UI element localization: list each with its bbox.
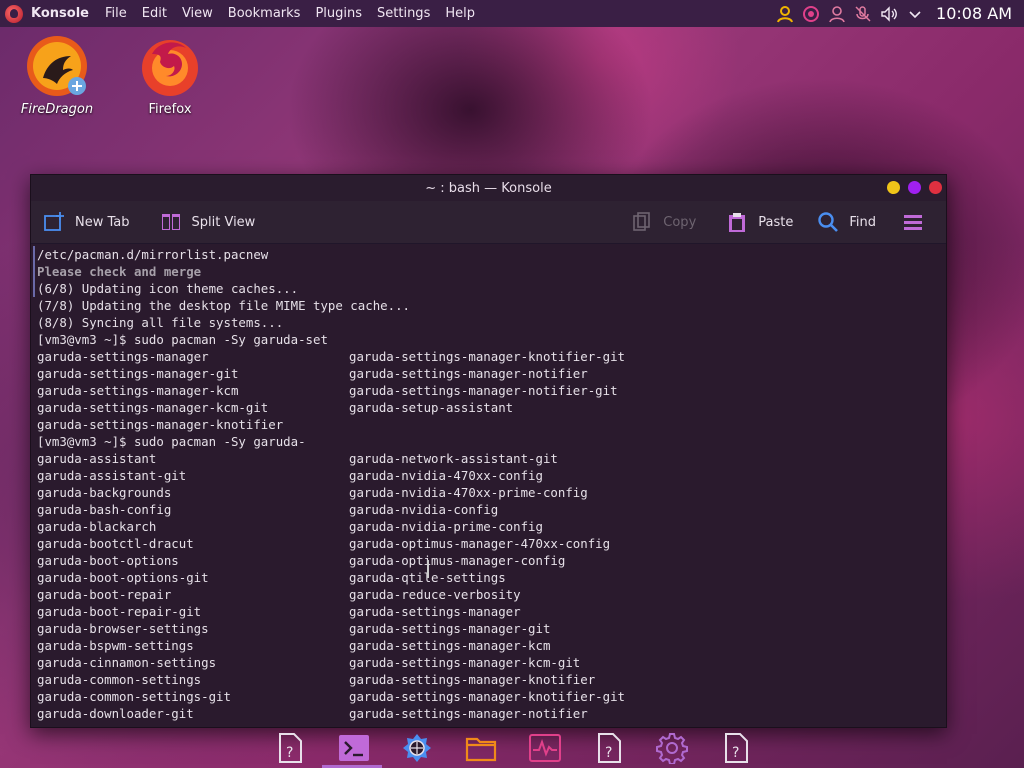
paste-label: Paste: [758, 214, 794, 230]
hamburger-menu-icon: [904, 215, 922, 230]
terminal-prompt-line: [vm3@vm3 ~]$ sudo pacman -Sy garuda-set: [37, 332, 328, 347]
terminal-line: garuda-blackarch garuda-nvidia-prime-conf…: [37, 519, 543, 534]
desktop-icon-label: FireDragon: [20, 102, 94, 117]
taskbar: ? ? ?: [258, 728, 768, 768]
firedragon-icon: [25, 34, 89, 98]
terminal-line: garuda-settings-manager-kcm-git garuda-se…: [37, 400, 514, 415]
terminal-line: garuda-bspwm-settings garuda-settings-man…: [37, 638, 551, 653]
menu-help[interactable]: Help: [437, 6, 482, 21]
terminal-prompt-line: [vm3@vm3 ~]$ sudo pacman -Sy garuda-: [37, 434, 306, 449]
menu-settings[interactable]: Settings: [369, 6, 437, 21]
paste-icon: [729, 213, 746, 232]
copy-button[interactable]: Copy: [625, 205, 702, 239]
terminal-line: (7/8) Updating the desktop file MIME typ…: [37, 298, 410, 313]
split-view-icon: [161, 214, 180, 230]
clock[interactable]: 10:08 AM: [936, 4, 1012, 23]
desktop-icon-firefox[interactable]: Firefox: [120, 34, 220, 117]
menu-file[interactable]: File: [97, 6, 134, 21]
taskbar-item-system-monitor[interactable]: [513, 728, 577, 768]
svg-text:?: ?: [286, 745, 293, 761]
terminal-line: garuda-settings-manager-kcm garuda-settin…: [37, 383, 618, 398]
firefox-icon: [138, 34, 202, 98]
mouse-ibeam-cursor: [427, 560, 429, 578]
terminal-line: garuda-cinnamon-settings garuda-settings-…: [37, 655, 581, 670]
svg-text:?: ?: [732, 745, 739, 761]
window-title: ~ : bash — Konsole: [425, 180, 552, 196]
system-monitor-icon: [528, 734, 561, 762]
konsole-window: ~ : bash — Konsole New Tab Split View Co…: [30, 174, 947, 728]
terminal-line: garuda-boot-options-gitgaruda-qtile-sett…: [37, 570, 506, 585]
top-panel: Konsole File Edit View Bookmarks Plugins…: [0, 0, 1024, 27]
minimize-button[interactable]: [887, 181, 900, 194]
terminal-line: garuda-settings-manager-git garuda-settin…: [37, 366, 588, 381]
split-view-button[interactable]: Split View: [154, 205, 262, 239]
terminal-line: garuda-bootctl-dracut garuda-optimus-mana…: [37, 536, 611, 551]
new-tab-icon: [44, 212, 64, 231]
terminal-line: garuda-settings-manager garuda-settings-m…: [37, 349, 626, 364]
terminal-line: garuda-settings-manager-knotifier: [37, 417, 284, 432]
copy-icon: [633, 212, 651, 231]
garuda-logo-icon[interactable]: [5, 4, 23, 23]
settings-gear-icon: [656, 733, 689, 764]
taskbar-item-file-manager[interactable]: [449, 728, 513, 768]
terminal-line: garuda-assistant-git garuda-nvidia-470xx-…: [37, 468, 543, 483]
terminal-line: garuda-assistant garuda-network-assistant…: [37, 451, 558, 466]
new-tab-button[interactable]: New Tab: [37, 205, 136, 239]
terminal-line: garuda-common-settings garuda-settings-ma…: [37, 672, 596, 687]
window-titlebar[interactable]: ~ : bash — Konsole: [31, 175, 946, 201]
terminal-line: (8/8) Syncing all file systems...: [37, 315, 284, 330]
document-icon: ?: [597, 733, 621, 763]
terminal-line: garuda-common-settings-git garuda-setting…: [37, 689, 626, 704]
terminal-line: garuda-bash-config garuda-nvidia-config: [37, 502, 499, 517]
split-view-label: Split View: [191, 214, 256, 230]
taskbar-item-document[interactable]: ?: [577, 728, 641, 768]
new-tab-label: New Tab: [75, 214, 130, 230]
terminal-line: garuda-boot-repair-git garuda-settings-ma…: [37, 604, 521, 619]
menu-bookmarks[interactable]: Bookmarks: [220, 6, 308, 21]
terminal-line: garuda-browser-settings garuda-settings-m…: [37, 621, 551, 636]
maximize-button[interactable]: [908, 181, 921, 194]
account-icon[interactable]: [826, 3, 848, 25]
terminal-output[interactable]: /etc/pacman.d/mirrorlist.pacnew Please c…: [31, 244, 946, 727]
chevron-down-icon[interactable]: [904, 3, 926, 25]
terminal-line: /etc/pacman.d/mirrorlist.pacnew: [31, 246, 946, 263]
terminal-line: garuda-downloader-git garuda-settings-man…: [37, 706, 588, 721]
find-button[interactable]: Find: [811, 205, 882, 239]
microphone-muted-icon[interactable]: [852, 3, 874, 25]
desktop-icon-label: Firefox: [148, 102, 192, 117]
taskbar-item-settings[interactable]: [641, 728, 705, 768]
find-label: Find: [849, 214, 876, 230]
menu-edit[interactable]: Edit: [134, 6, 174, 21]
paste-button[interactable]: Paste: [720, 205, 799, 239]
search-icon: [818, 212, 839, 232]
document-icon: ?: [278, 733, 302, 763]
folder-icon: [466, 737, 497, 762]
copy-label: Copy: [663, 214, 697, 230]
menu-plugins[interactable]: Plugins: [307, 6, 369, 21]
terminal-line: garuda-boot-repair garuda-reduce-verbosit…: [37, 587, 521, 602]
taskbar-item-network-tool[interactable]: [386, 728, 450, 768]
app-name: Konsole: [31, 6, 89, 21]
terminal-line: (6/8) Updating icon theme caches...: [31, 280, 946, 297]
konsole-toolbar: New Tab Split View Copy Paste Find: [31, 201, 946, 244]
terminal-line: garuda-boot-options garuda-optimus-manage…: [37, 553, 566, 568]
terminal-line: Please check and merge: [31, 263, 946, 280]
system-tray: 10:08 AM: [772, 0, 1024, 27]
network-tool-icon: [403, 734, 432, 762]
svg-text:?: ?: [605, 745, 612, 761]
document-icon: ?: [725, 733, 749, 763]
terminal-icon: [338, 735, 369, 761]
hamburger-menu-button[interactable]: [896, 205, 940, 239]
taskbar-item-document[interactable]: ?: [704, 728, 768, 768]
menu-view[interactable]: View: [174, 6, 220, 21]
volume-icon[interactable]: [878, 3, 900, 25]
desktop-icon-firedragon[interactable]: FireDragon: [7, 34, 107, 117]
user-icon[interactable]: [774, 3, 796, 25]
close-button[interactable]: [929, 181, 942, 194]
taskbar-item-konsole[interactable]: [321, 728, 386, 768]
terminal-line: garuda-backgrounds garuda-nvidia-470xx-pr…: [37, 485, 588, 500]
taskbar-item-document[interactable]: ?: [258, 728, 322, 768]
update-icon[interactable]: [800, 3, 822, 25]
